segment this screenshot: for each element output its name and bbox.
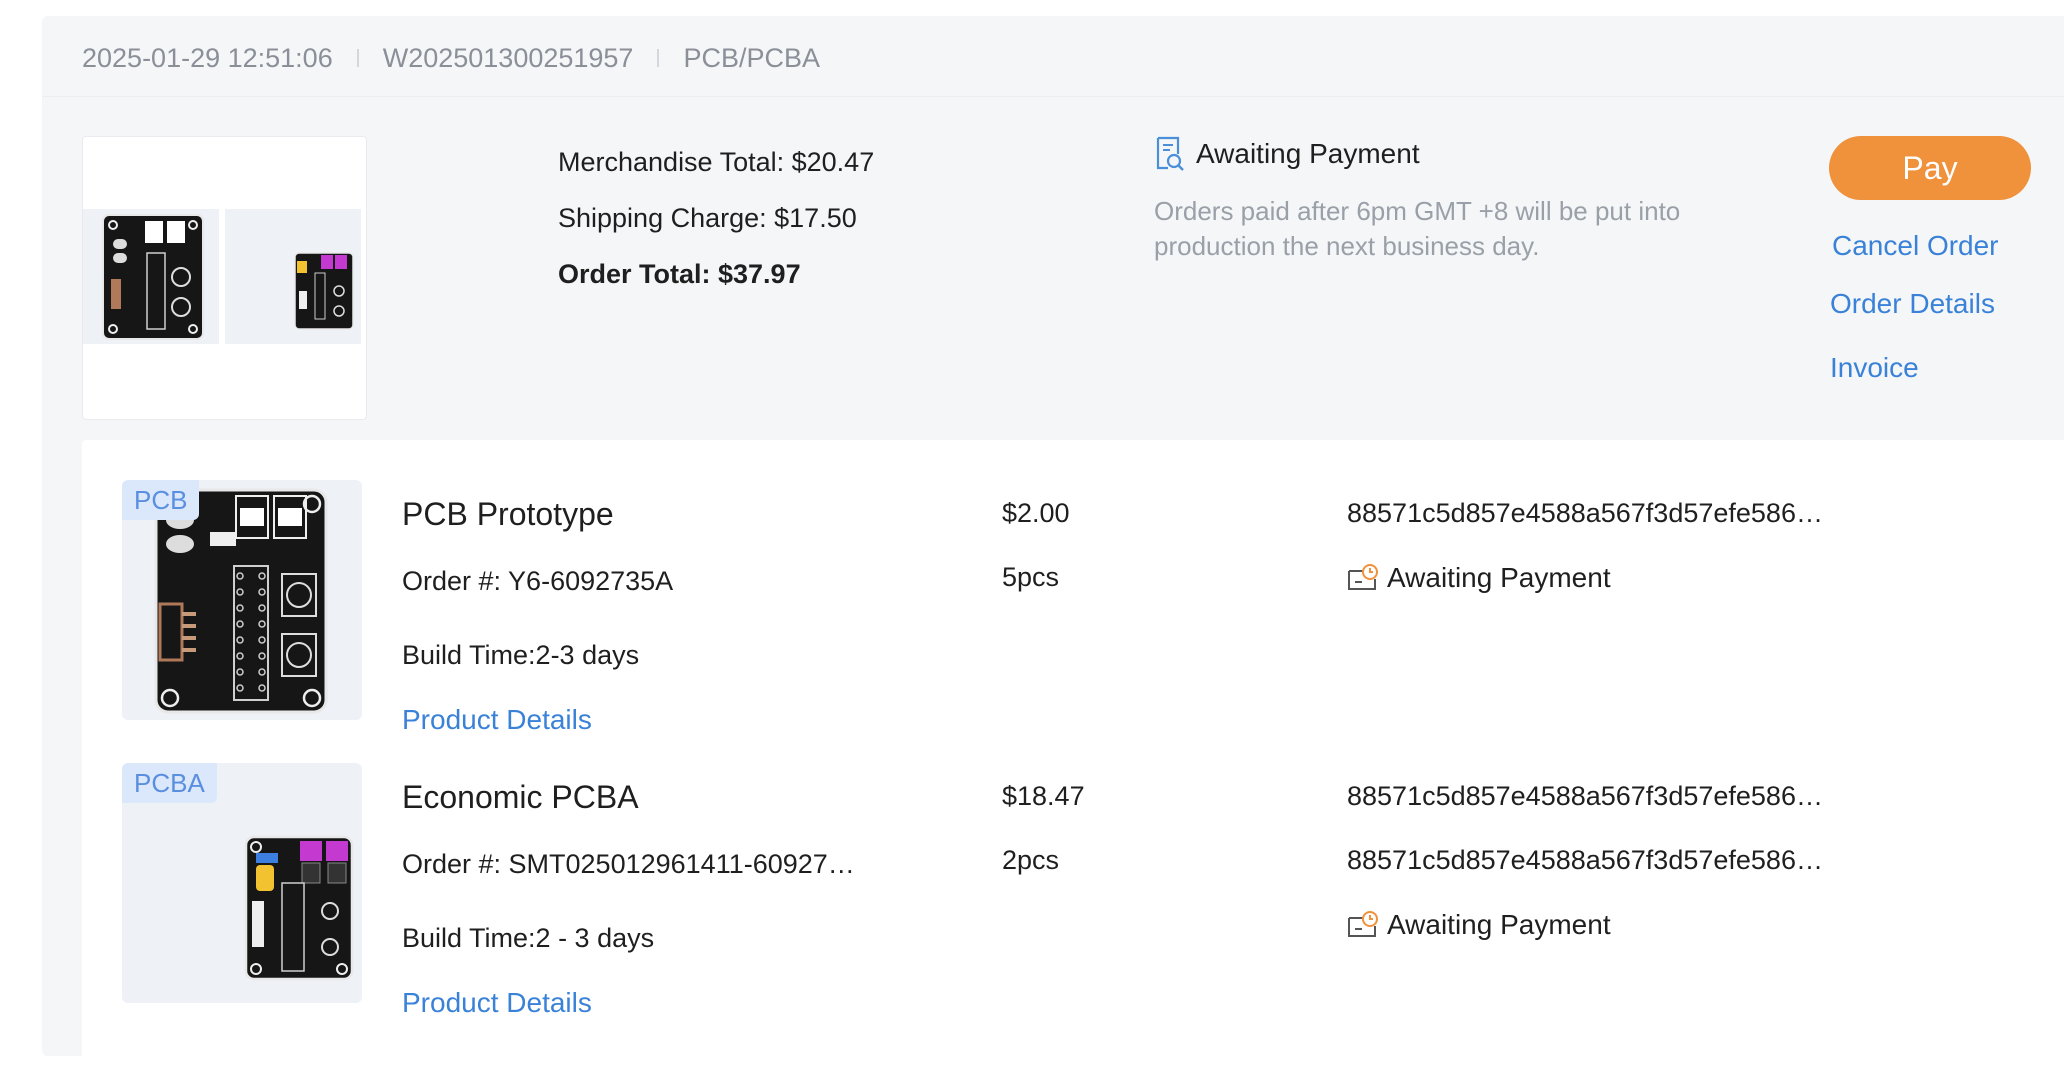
order-total: Order Total: $37.97 [558,259,801,289]
product-tag: PCB [122,480,200,520]
order-thumbnail[interactable] [82,136,367,420]
product-hash: 88571c5d857e4588a567f3d57efe586… [1347,781,1823,811]
order-datetime: 2025-01-29 12:51:06 [82,42,333,73]
product-quantity: 2pcs [1002,845,1060,875]
order-status-label: Awaiting Payment [1196,138,1420,169]
product-status: Awaiting Payment [1347,909,1611,941]
product-tag: PCBA [122,763,217,803]
product-hash: 88571c5d857e4588a567f3d57efe586… [1347,498,1823,528]
order-category: PCB/PCBA [683,42,820,73]
product-title: Economic PCBA [402,779,639,815]
order-status: Awaiting Payment Orders paid after 6pm G… [1154,134,1694,264]
order-id: W202501300251957 [382,42,634,73]
product-image-pcba[interactable]: PCBA [122,763,362,1003]
product-quantity: 5pcs [1002,562,1060,592]
product-price: $2.00 [1002,498,1070,528]
shipping-charge: Shipping Charge: $17.50 [558,203,857,233]
product-details-link[interactable]: Product Details [402,704,592,736]
header-divider [356,49,359,67]
order-items: PCB PCB Prototype Order #: Y6-6092735A B… [82,440,2064,1080]
pcb-thumbnail [83,209,219,344]
merchandise-total: Merchandise Total: $20.47 [558,147,875,177]
product-status: Awaiting Payment [1347,562,1611,594]
header-divider [657,49,660,67]
product-order-number: Order #: SMT025012961411-60927… [402,849,855,879]
product-build-time: Build Time:2 - 3 days [402,923,655,953]
order-header: 2025-01-29 12:51:06 W202501300251957 PCB… [82,38,820,78]
product-hash: 88571c5d857e4588a567f3d57efe586… [1347,845,1823,875]
product-image-pcb[interactable]: PCB [122,480,362,720]
cancel-order-link[interactable]: Cancel Order [1832,230,1999,262]
product-details-link[interactable]: Product Details [402,987,592,1019]
order-status-header: Awaiting Payment [1154,134,1694,174]
order-totals: Merchandise Total: $20.47 Shipping Charg… [558,134,874,302]
order-details-link[interactable]: Order Details [1830,288,1995,320]
product-status-label: Awaiting Payment [1387,562,1611,593]
product-build-time: Build Time:2-3 days [402,640,640,670]
invoice-link[interactable]: Invoice [1830,352,1919,384]
pcba-thumbnail [225,209,361,344]
pay-button[interactable]: Pay [1829,136,2031,200]
order-card: 2025-01-29 12:51:06 W202501300251957 PCB… [42,16,2064,1080]
product-title: PCB Prototype [402,496,614,532]
wallet-clock-icon [1348,564,1378,590]
wallet-clock-icon [1348,911,1378,937]
product-price: $18.47 [1002,781,1085,811]
production-note: Orders paid after 6pm GMT +8 will be put… [1154,196,1681,261]
receipt-search-icon [1156,136,1184,171]
product-order-number: Order #: Y6-6092735A [402,566,674,596]
header-divider-line [42,96,2064,97]
product-status-label: Awaiting Payment [1387,909,1611,940]
